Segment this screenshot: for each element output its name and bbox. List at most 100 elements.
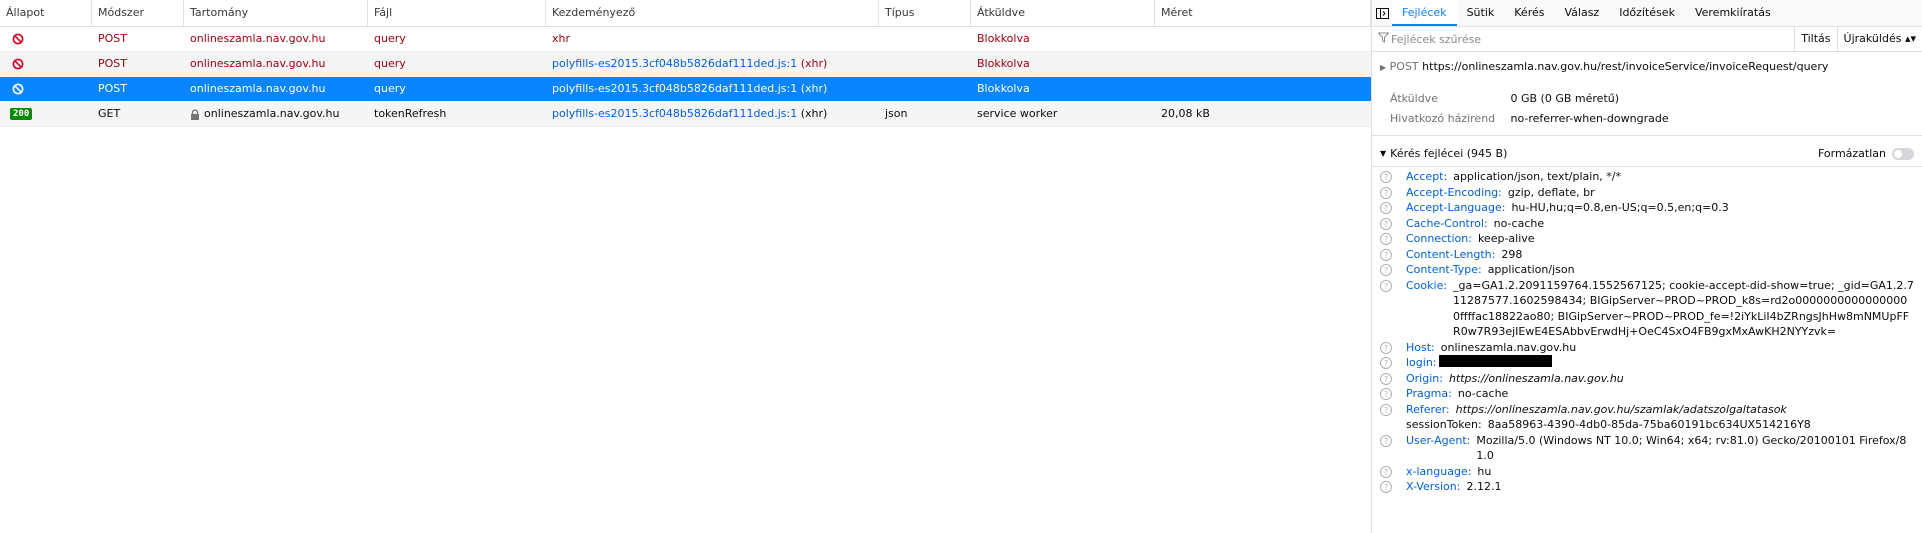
header-row[interactable]: ? Host: onlineszamla.nav.gov.hu <box>1372 340 1922 356</box>
help-icon[interactable]: ? <box>1380 481 1392 493</box>
header-row[interactable]: ? User-Agent: Mozilla/5.0 (Windows NT 10.0… <box>1372 433 1922 464</box>
cell-domain: onlineszamla.nav.gov.hu <box>184 52 368 76</box>
column-header-initiator[interactable]: Kezdeményező <box>546 0 879 26</box>
request-headers-section-header[interactable]: ▼ Kérés fejlécei (945 B) Formázatlan <box>1372 142 1922 167</box>
header-row[interactable]: ? Accept: application/json, text/plain, */… <box>1372 169 1922 185</box>
initiator-link[interactable]: polyfills-es2015.3cf048b5826daf111ded.js… <box>552 82 797 95</box>
header-value: 8aa58963-4390-4db0-85da-75ba60191bc634UX… <box>1487 418 1811 431</box>
cell-domain: onlineszamla.nav.gov.hu <box>184 27 368 51</box>
column-header-file[interactable]: Fájl <box>368 0 546 26</box>
header-row[interactable]: ? X-Version: 2.12.1 <box>1372 479 1922 495</box>
header-value: 298 <box>1501 247 1523 261</box>
cell-initiator[interactable]: polyfills-es2015.3cf048b5826daf111ded.js… <box>546 102 879 126</box>
header-value: 2.12.1 <box>1466 480 1502 493</box>
help-icon[interactable]: ? <box>1380 217 1392 230</box>
header-row[interactable]: ? Accept-Encoding: gzip, deflate, br <box>1372 185 1922 201</box>
header-row[interactable]: ? Cookie: _ga=GA1.2.2091159764.1552567125;… <box>1372 278 1922 340</box>
header-value: hu <box>1477 464 1492 478</box>
help-icon[interactable]: ? <box>1380 171 1392 183</box>
help-icon[interactable]: ? <box>1380 388 1392 400</box>
header-name: Accept: <box>1406 170 1448 183</box>
request-summary: ▶ POST https://onlineszamla.nav.gov.hu/r… <box>1372 52 1922 136</box>
help-icon[interactable]: ? <box>1380 434 1392 447</box>
header-row[interactable]: ? Content-Length: 298 <box>1372 247 1922 263</box>
header-row[interactable]: ?sessionToken:8aa58963-4390-4db0-85da-75… <box>1372 417 1922 433</box>
cell-size <box>1155 52 1371 76</box>
header-name: X-Version: <box>1406 480 1461 493</box>
header-name: Referer: <box>1406 402 1450 416</box>
details-panel: Fejlécek Sütik Kérés Válasz Időzítések V… <box>1371 0 1922 533</box>
help-icon[interactable]: ? <box>1380 341 1392 354</box>
table-row[interactable]: 200 GET onlineszamla.nav.gov.hu tokenRef… <box>0 102 1371 127</box>
cell-initiator[interactable]: polyfills-es2015.3cf048b5826daf111ded.js… <box>546 77 879 101</box>
resend-button[interactable]: Újraküldés ▴▾ <box>1836 27 1922 51</box>
help-icon[interactable]: ? <box>1380 233 1392 245</box>
help-icon[interactable]: ? <box>1380 357 1392 369</box>
tab-response[interactable]: Válasz <box>1554 0 1609 26</box>
tab-request[interactable]: Kérés <box>1504 0 1554 26</box>
blocked-icon <box>6 57 24 70</box>
initiator-link[interactable]: xhr <box>552 32 570 45</box>
dock-toggle-icon[interactable] <box>1372 0 1392 26</box>
column-header-transferred[interactable]: Átküldve <box>971 0 1155 26</box>
header-name: Host: <box>1406 340 1435 354</box>
cell-size: 20,08 kB <box>1161 107 1210 120</box>
table-row[interactable]: POST onlineszamla.nav.gov.hu query polyf… <box>0 52 1371 77</box>
cell-initiator[interactable]: xhr <box>546 27 879 51</box>
help-icon[interactable]: ? <box>1380 248 1392 261</box>
initiator-link[interactable]: polyfills-es2015.3cf048b5826daf111ded.js… <box>552 57 797 70</box>
expand-arrow-icon: ▶ <box>1380 63 1387 72</box>
table-row[interactable]: POST onlineszamla.nav.gov.hu query polyf… <box>0 77 1371 102</box>
table-row[interactable]: POST onlineszamla.nav.gov.hu query xhr B… <box>0 27 1371 52</box>
cell-status <box>0 27 92 51</box>
headers-filter-input[interactable] <box>1389 31 1693 47</box>
header-row[interactable]: ? Connection: keep-alive <box>1372 231 1922 247</box>
redacted-value <box>1438 355 1552 367</box>
cell-type <box>879 27 971 51</box>
chevron-down-icon: ▴▾ <box>1904 32 1916 45</box>
help-icon[interactable]: ? <box>1380 279 1392 292</box>
blocked-icon <box>6 32 24 45</box>
header-value: application/json <box>1487 263 1575 276</box>
cell-method: GET <box>98 107 121 120</box>
header-name: Content-Type: <box>1406 263 1482 276</box>
header-name: Cache-Control: <box>1406 216 1488 230</box>
cell-size <box>1155 77 1371 101</box>
header-value: no-cache <box>1493 216 1545 230</box>
block-button[interactable]: Tiltás <box>1794 27 1836 51</box>
help-icon[interactable]: ? <box>1380 202 1392 214</box>
help-icon[interactable]: ? <box>1380 186 1392 199</box>
column-header-type[interactable]: Típus <box>879 0 971 26</box>
request-url-line[interactable]: ▶ POST https://onlineszamla.nav.gov.hu/r… <box>1380 58 1914 77</box>
header-row[interactable]: ? Pragma: no-cache <box>1372 386 1922 402</box>
header-name: Connection: <box>1406 232 1472 245</box>
header-row[interactable]: ? Referer: https://onlineszamla.nav.gov.hu… <box>1372 402 1922 418</box>
initiator-link[interactable]: polyfills-es2015.3cf048b5826daf111ded.js… <box>552 107 797 120</box>
tab-timings[interactable]: Időzítések <box>1609 0 1685 26</box>
help-icon[interactable]: ? <box>1380 372 1392 385</box>
header-row[interactable]: ? Accept-Language: hu-HU,hu;q=0.8,en-US;q=… <box>1372 200 1922 216</box>
header-name: x-language: <box>1406 464 1472 478</box>
cell-initiator[interactable]: polyfills-es2015.3cf048b5826daf111ded.js… <box>546 52 879 76</box>
header-row[interactable]: ? login: <box>1372 355 1922 371</box>
tab-cookies[interactable]: Sütik <box>1457 0 1505 26</box>
header-row[interactable]: ? Cache-Control: no-cache <box>1372 216 1922 232</box>
header-row[interactable]: ? x-language: hu <box>1372 464 1922 480</box>
header-row[interactable]: ? Origin: https://onlineszamla.nav.gov.hu <box>1372 371 1922 387</box>
initiator-suffix: (xhr) <box>800 82 828 95</box>
tab-stack-trace[interactable]: Veremkiíratás <box>1685 0 1781 26</box>
raw-toggle[interactable] <box>1892 148 1914 160</box>
help-icon[interactable]: ? <box>1380 465 1392 478</box>
column-header-status[interactable]: Állapot <box>0 0 92 26</box>
status-badge: 200 <box>10 108 33 120</box>
column-header-size[interactable]: Méret <box>1155 0 1371 26</box>
help-icon[interactable]: ? <box>1380 264 1392 276</box>
request-list: Állapot Módszer Tartomány Fájl Kezdemény… <box>0 0 1371 533</box>
tab-headers[interactable]: Fejlécek <box>1392 0 1457 26</box>
header-row[interactable]: ? Content-Type: application/json <box>1372 262 1922 278</box>
cell-status <box>0 77 92 101</box>
request-headers-title: Kérés fejlécei (945 B) <box>1390 147 1508 160</box>
column-header-method[interactable]: Módszer <box>92 0 184 26</box>
column-header-domain[interactable]: Tartomány <box>184 0 368 26</box>
help-icon[interactable]: ? <box>1380 403 1392 416</box>
